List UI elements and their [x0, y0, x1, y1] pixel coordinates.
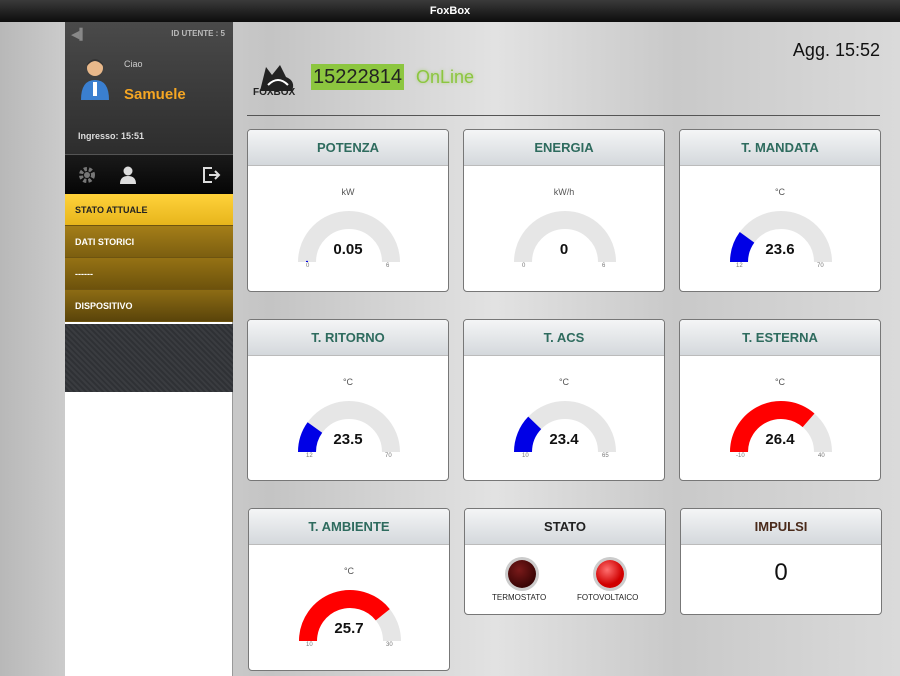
user-icon[interactable]	[118, 165, 138, 185]
gauge-unit: kW	[341, 187, 355, 197]
gauge-card-t-esterna: T. ESTERNA °C 26.4 -10 40	[679, 319, 881, 481]
gauge-max: 30	[386, 642, 393, 648]
gauge-min: 12	[306, 453, 313, 459]
gauge-value: 0	[559, 241, 569, 258]
user-id-label: ID UTENTE : 5	[171, 29, 225, 38]
device-id: 15222814	[311, 64, 404, 90]
sidebar: ◀▍ ID UTENTE : 5 Ciao Samuele Ingresso: …	[65, 22, 233, 676]
header-divider	[247, 115, 880, 116]
gauge-max: 65	[602, 453, 609, 459]
gauge-value: 0.05	[333, 241, 363, 258]
gauge-value: 25.7	[334, 620, 364, 637]
online-status: OnLine	[416, 67, 475, 87]
menu-item-stato-attuale[interactable]: STATO ATTUALE	[65, 194, 233, 226]
menu-item-dispositivo[interactable]: DISPOSITIVO	[65, 290, 233, 322]
gauge-min: 0	[522, 263, 526, 269]
greeting-text: Ciao	[124, 59, 143, 69]
termostato-label: TERMOSTATO	[492, 593, 547, 602]
fotovoltaico-label: FOTOVOLTAICO	[577, 593, 639, 602]
nav-menu: STATO ATTUALE DATI STORICI ------ DISPOS…	[65, 194, 233, 322]
gauge-unit: °C	[342, 377, 354, 387]
collapse-sidebar-icon[interactable]: ◀▍	[71, 28, 88, 41]
menu-item-separator[interactable]: ------	[65, 258, 233, 290]
logo-text: FOXBOX	[253, 87, 296, 98]
logout-icon[interactable]	[201, 165, 221, 185]
window-title: FoxBox	[0, 0, 900, 22]
gauge-card-potenza: POTENZA kW 0.05 0 6	[247, 129, 449, 292]
gauge-unit: kW/h	[553, 187, 575, 197]
gauge-max: 70	[385, 453, 392, 459]
menu-item-dati-storici[interactable]: DATI STORICI	[65, 226, 233, 258]
last-update: Agg. 15:52	[792, 40, 880, 60]
avatar	[81, 59, 109, 100]
gauge-min: 10	[522, 453, 529, 459]
card-title: IMPULSI	[681, 509, 881, 545]
gauge-value: 23.5	[333, 431, 363, 448]
gauge-unit: °C	[343, 566, 355, 576]
gauge-card-t-acs: T. ACS °C 23.4 10 65	[463, 319, 665, 481]
user-panel: ◀▍ ID UTENTE : 5 Ciao Samuele Ingresso: …	[65, 22, 233, 154]
sidebar-pattern-area	[65, 324, 233, 392]
gauge-min: 10	[306, 642, 313, 648]
gauge-min: -10	[736, 453, 745, 459]
gauge-value: 26.4	[765, 431, 795, 448]
card-title: STATO	[465, 509, 665, 545]
gauge-unit: °C	[774, 187, 786, 197]
gauge-unit: °C	[774, 377, 786, 387]
gauge-unit: °C	[558, 377, 570, 387]
gauge-max: 6	[386, 263, 390, 269]
gauge-min: 0	[306, 263, 310, 269]
gauge-card-t-ritorno: T. RITORNO °C 23.5 12 70	[247, 319, 449, 481]
gear-icon[interactable]	[77, 165, 97, 185]
gauge-max: 6	[602, 263, 606, 269]
gauge-max: 70	[817, 263, 824, 269]
impulsi-card: IMPULSI 0	[680, 508, 882, 615]
gauge-value: 23.4	[549, 431, 579, 448]
termostato-led-icon	[508, 560, 536, 588]
gauge-card-energia: ENERGIA kW/h 0 0 6	[463, 129, 665, 292]
gauge-value: 23.6	[765, 241, 795, 258]
username: Samuele	[124, 86, 186, 103]
fotovoltaico-led-icon	[596, 560, 624, 588]
gauge-card-t-mandata: T. MANDATA °C 23.6 12 70	[679, 129, 881, 292]
gauge-max: 40	[818, 453, 825, 459]
login-time: Ingresso: 15:51	[78, 131, 145, 141]
stato-card: STATO TERMOSTATO FOTOVOLTAICO	[464, 508, 666, 615]
toolbar	[65, 154, 233, 194]
gauge-card-t-ambiente: T. AMBIENTE °C 25.7 10 30	[248, 508, 450, 671]
gauge-min: 12	[736, 263, 743, 269]
impulsi-value: 0	[774, 559, 788, 586]
